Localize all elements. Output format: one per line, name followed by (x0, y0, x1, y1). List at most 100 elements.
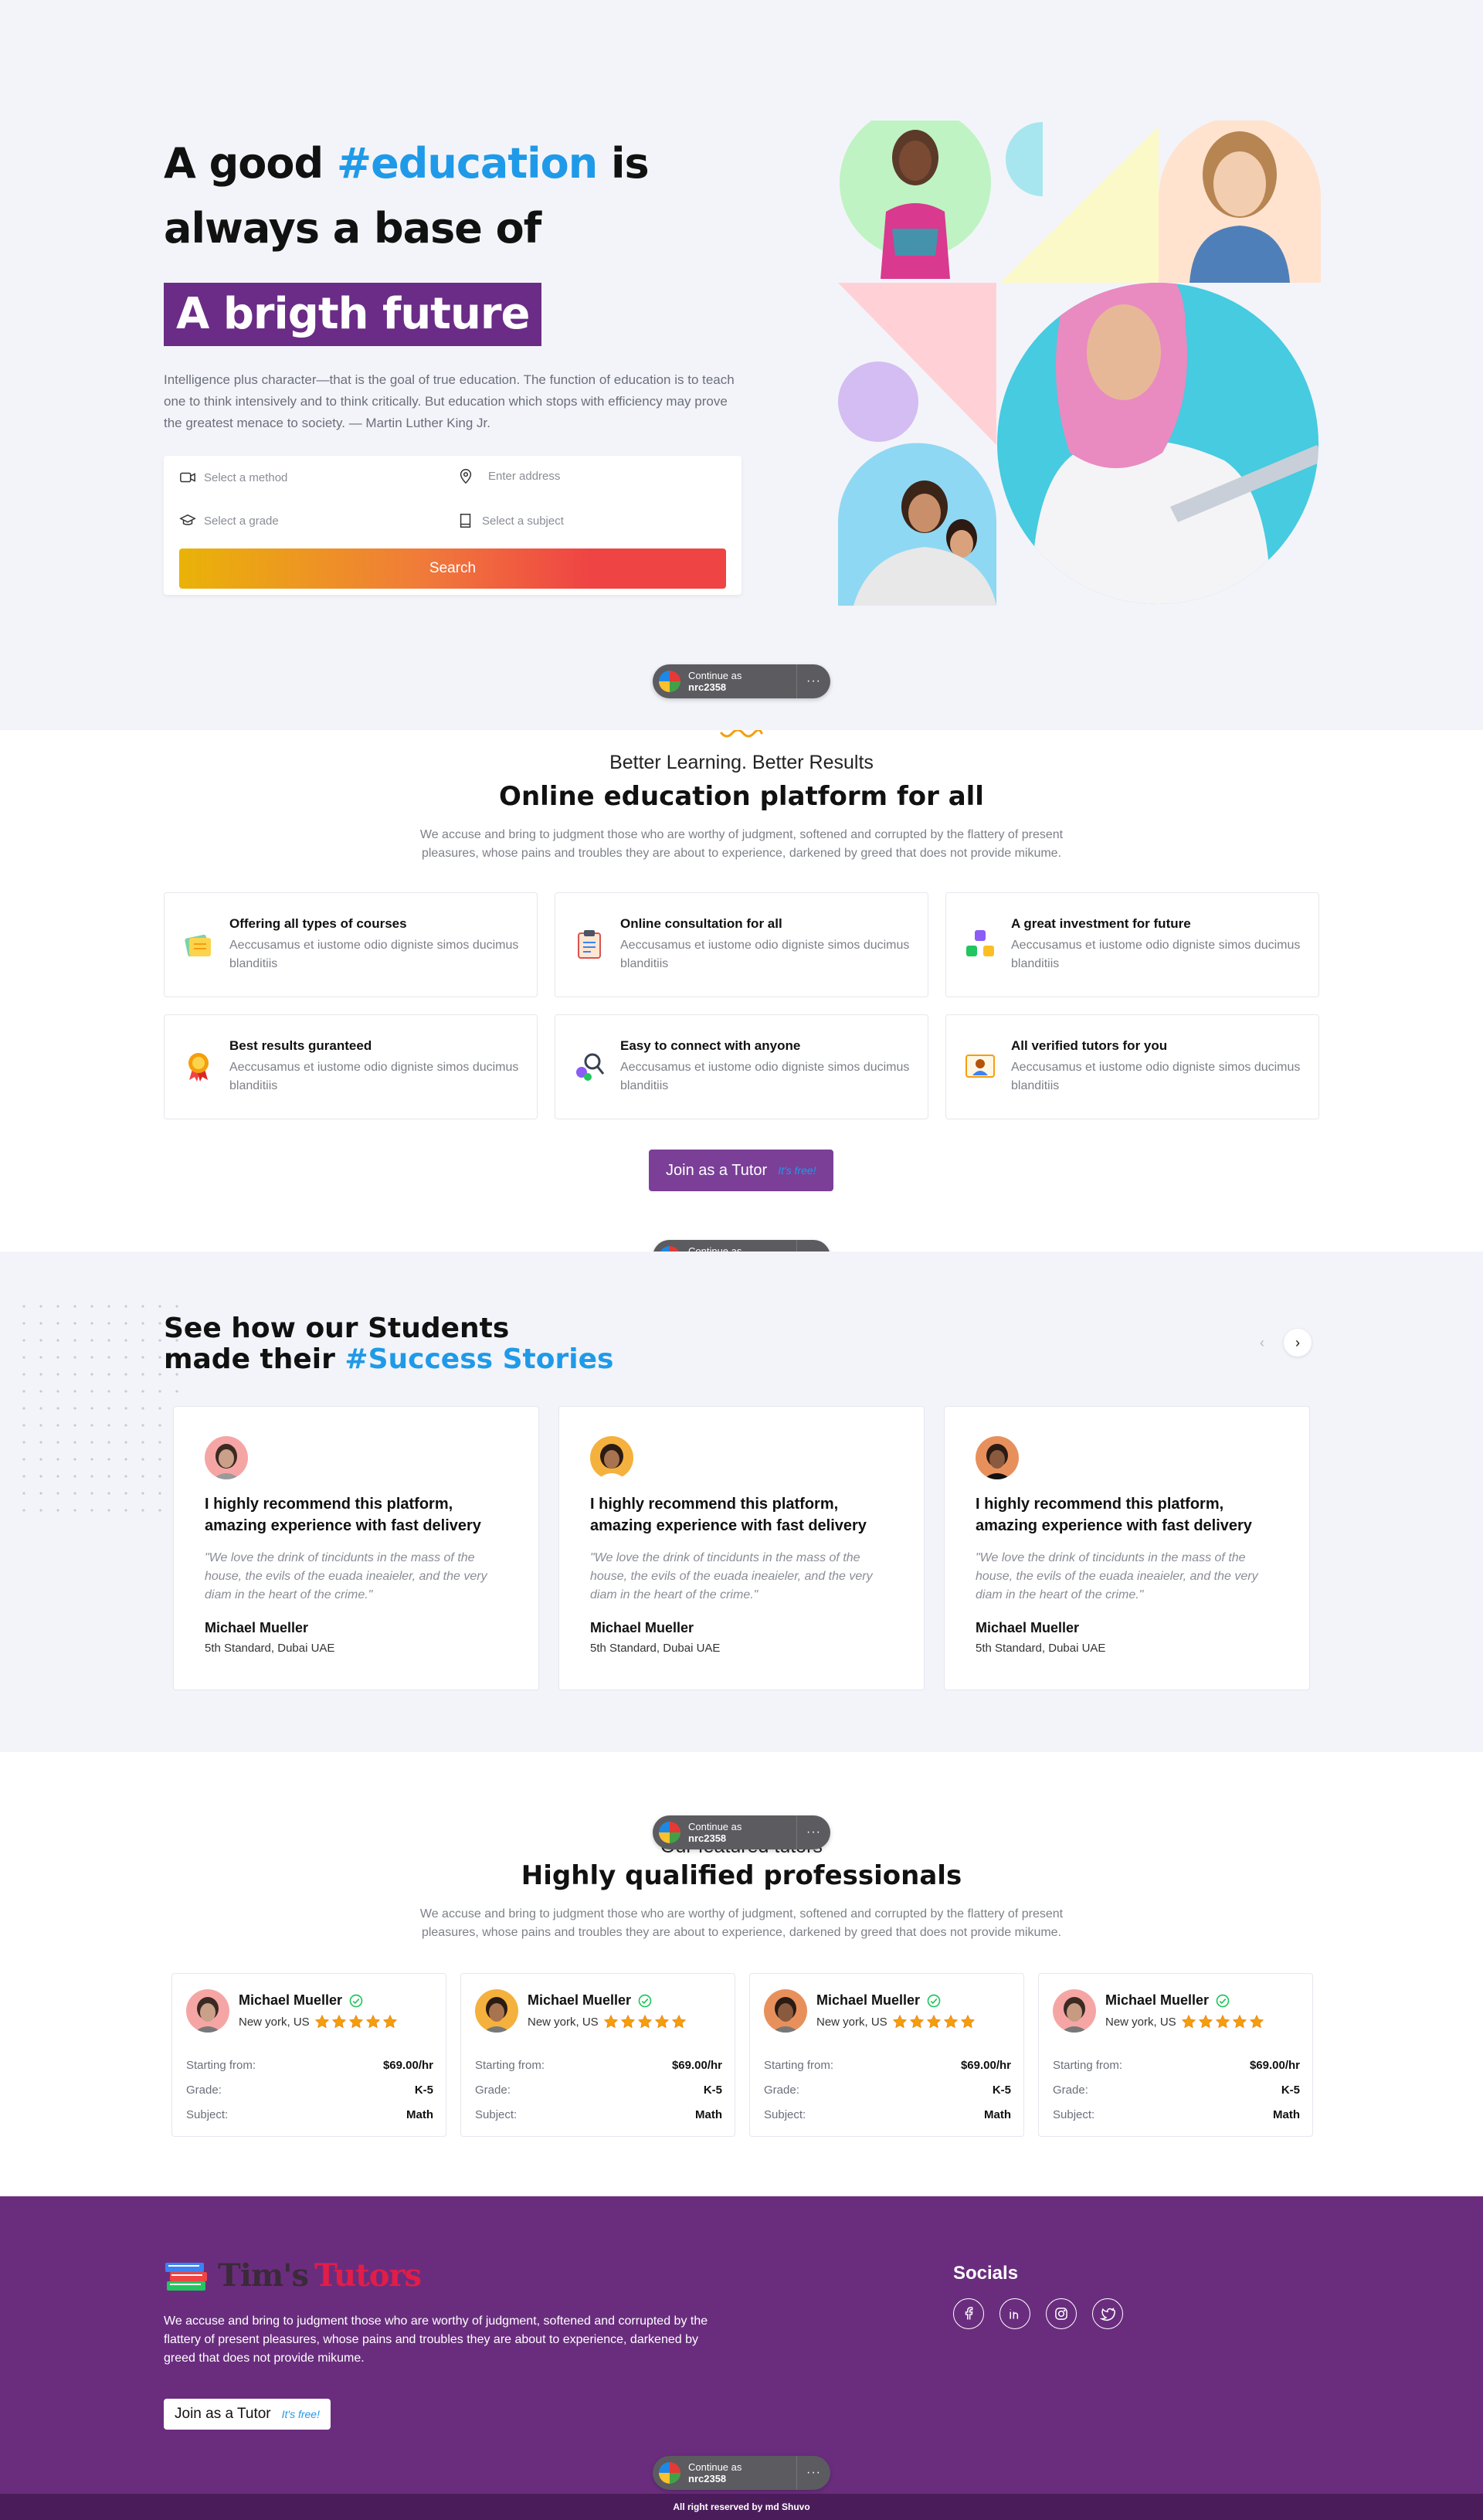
grade-row: Grade: K-5 (186, 2084, 433, 2097)
continue-as-pill[interactable]: Continue asnrc2358 ··· (653, 1815, 830, 1849)
star-icon (382, 2014, 397, 2029)
subject-row: Subject: Math (475, 2108, 722, 2121)
hero-title: A good #education is always a base of (164, 139, 650, 253)
price-row: Starting from: $69.00/hr (186, 2059, 433, 2072)
subject-row: Subject: Math (186, 2108, 433, 2121)
network-icon (576, 1053, 605, 1081)
feature-card: Offering all types of courses Aeccusamus… (164, 892, 538, 997)
prev-arrow-button[interactable]: ‹ (1248, 1329, 1276, 1357)
rating-stars (314, 2014, 398, 2029)
tutor-name: Michael Mueller (816, 1992, 921, 2008)
socials-title: Socials (953, 2263, 1019, 2284)
tutor-grade: K-5 (703, 2084, 722, 2097)
features-section: Better Learning. Better Results Online e… (0, 730, 1483, 1274)
cyan-half (1006, 122, 1043, 196)
books-logo-icon (165, 2263, 207, 2291)
facebook-link[interactable] (953, 2298, 984, 2329)
feature-card: Online consultation for all Aeccusamus e… (555, 892, 928, 997)
continue-as-pill[interactable]: Continue asnrc2358 ··· (653, 664, 830, 698)
features-description: We accuse and bring to judgment those wh… (419, 828, 1064, 860)
tutor-card[interactable]: Michael Mueller New york, US Starting from… (460, 1973, 735, 2137)
user-avatar (659, 671, 680, 692)
star-icon (671, 2014, 686, 2029)
chevron-right-icon: › (1295, 1334, 1300, 1350)
join-tutor-button[interactable]: Join as a Tutor It's free! (649, 1150, 833, 1191)
grade-row: Grade: K-5 (475, 2084, 722, 2097)
star-icon (1181, 2014, 1196, 2029)
tutor-name: Michael Mueller (1105, 1992, 1210, 2008)
instagram-link[interactable] (1046, 2298, 1077, 2329)
verified-check-icon (349, 1994, 363, 2007)
feature-card: Easy to connect with anyone Aeccusamus e… (555, 1014, 928, 1119)
tutor-location: New york, US (528, 2015, 599, 2029)
grade-select[interactable]: Select a grade (179, 505, 434, 536)
tutor-subject: Math (695, 2108, 722, 2121)
site-logo[interactable]: Tim's Tutors (164, 2255, 422, 2295)
star-icon (1249, 2014, 1264, 2029)
chevron-left-icon: ‹ (1260, 1334, 1264, 1350)
price-row: Starting from: $69.00/hr (1053, 2059, 1300, 2072)
linkedin-link[interactable] (999, 2298, 1030, 2329)
tutor-grade: K-5 (992, 2084, 1011, 2097)
more-options-icon[interactable]: ··· (796, 664, 830, 698)
price-row: Starting from: $69.00/hr (764, 2059, 1011, 2072)
twitter-link[interactable] (1092, 2298, 1123, 2329)
star-icon (909, 2014, 924, 2029)
tutor-location: New york, US (816, 2015, 887, 2029)
continue-as-pill[interactable]: Continue asnrc2358 ··· (653, 2456, 830, 2490)
graduation-cap-icon (179, 514, 196, 525)
next-arrow-button[interactable]: › (1284, 1329, 1312, 1357)
star-icon (926, 2014, 941, 2029)
star-icon (603, 2014, 618, 2029)
avatar (186, 1989, 229, 2033)
tutor-price: $69.00/hr (382, 2059, 433, 2072)
more-options-icon[interactable]: ··· (796, 1815, 830, 1849)
subject-select[interactable]: Select a subject (457, 505, 720, 536)
tutor-location: New york, US (1105, 2015, 1176, 2029)
hero-section: A good #education is always a base of A … (0, 0, 1483, 730)
tutor-grade: K-5 (414, 2084, 433, 2097)
story-card: I highly recommend this platform, amazin… (944, 1406, 1310, 1690)
star-icon (892, 2014, 907, 2029)
tutor-subject: Math (984, 2108, 1011, 2121)
star-icon (1232, 2014, 1247, 2029)
certificate-icon (965, 1055, 995, 1078)
search-button[interactable]: Search (179, 548, 726, 589)
feature-card: A great investment for future Aeccusamus… (945, 892, 1319, 997)
hero-highlight: A brigth future (164, 283, 542, 346)
tutor-card[interactable]: Michael Mueller New york, US Starting from… (171, 1973, 446, 2137)
feature-card: Best results guranteed Aeccusamus et ius… (164, 1014, 538, 1119)
footer-join-tutor-button[interactable]: Join as a Tutor It's free! (164, 2399, 331, 2430)
features-kicker: Better Learning. Better Results (609, 752, 874, 773)
verified-check-icon (927, 1994, 941, 2007)
user-avatar (659, 2462, 680, 2484)
verified-check-icon (638, 1994, 652, 2007)
star-icon (1198, 2014, 1213, 2029)
tutor-card[interactable]: Michael Mueller New york, US Starting from… (1038, 1973, 1313, 2137)
stories-section: See how our Students made their #Success… (0, 1252, 1483, 1752)
star-icon (365, 2014, 380, 2029)
search-card: Select a method Enter address Select a g… (164, 456, 742, 595)
avatar (976, 1436, 1019, 1479)
address-input[interactable]: Enter address (457, 460, 720, 491)
linkedin-icon (1010, 2309, 1019, 2319)
hero-title-accent: #education (336, 139, 598, 188)
avatar (1053, 1989, 1096, 2033)
books-icon (185, 934, 211, 957)
tutor-card[interactable]: Michael Mueller New york, US Starting from… (749, 1973, 1024, 2137)
blocks-icon (966, 930, 994, 956)
more-options-icon[interactable]: ··· (796, 2456, 830, 2490)
hero-quote: Intelligence plus character—that is the … (164, 372, 735, 430)
avatar (205, 1436, 248, 1479)
tutor-subject: Math (406, 2108, 433, 2121)
method-select[interactable]: Select a method (179, 462, 434, 493)
grade-row: Grade: K-5 (1053, 2084, 1300, 2097)
clipboard-icon (578, 930, 601, 959)
footer-description: We accuse and bring to judgment those wh… (164, 2315, 708, 2365)
price-row: Starting from: $69.00/hr (475, 2059, 722, 2072)
tutor-grade: K-5 (1281, 2084, 1300, 2097)
wave-divider-icon (720, 730, 763, 738)
star-icon (960, 2014, 975, 2029)
copyright-bar: All right reserved by md Shuvo (0, 2494, 1483, 2520)
twitter-icon (1100, 2308, 1115, 2321)
